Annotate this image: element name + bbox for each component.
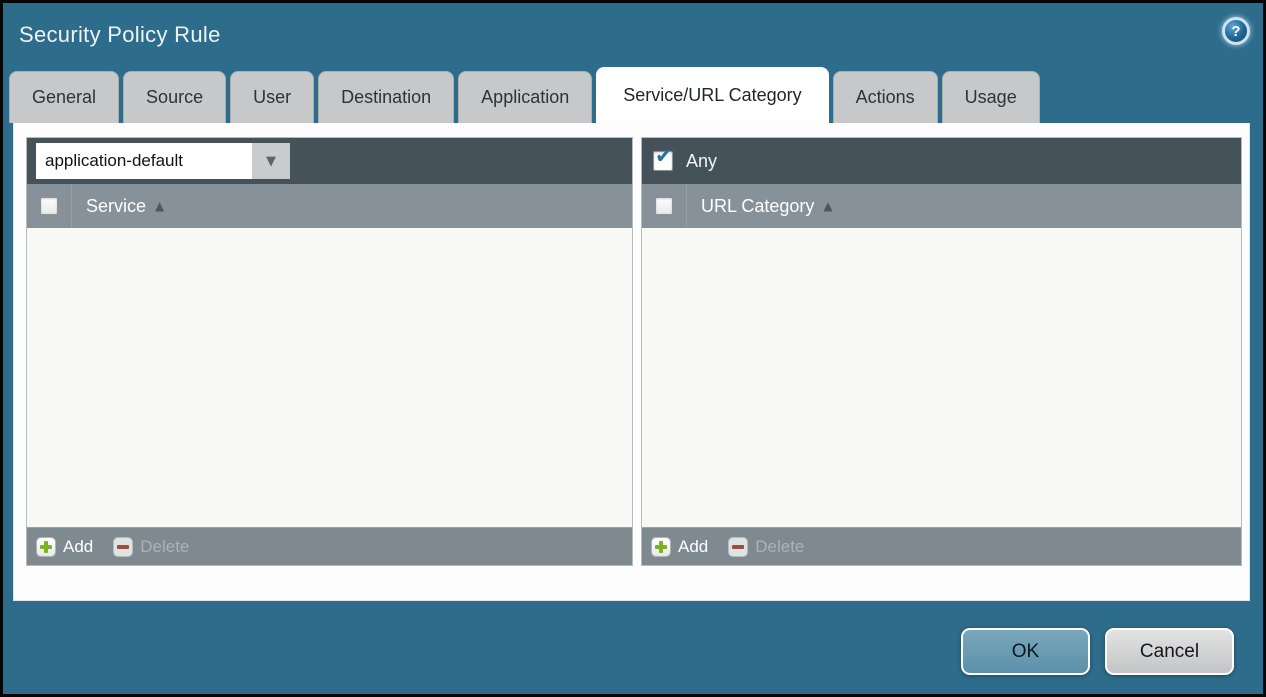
tab-user[interactable]: User [230,71,314,123]
service-type-dropdown[interactable]: ▼ [36,143,290,179]
service-column-label[interactable]: Service [86,196,146,217]
service-footer-bar: Add Delete [27,527,632,565]
tab-actions[interactable]: Actions [833,71,938,123]
tab-service-url-category[interactable]: Service/URL Category [596,67,828,123]
service-toolbar: ▼ [27,138,632,184]
minus-icon [728,537,748,557]
dialog-title: Security Policy Rule [19,22,221,48]
service-panel: ▼ Service ▲ Add Delete [26,137,633,566]
url-category-table-header: URL Category ▲ [642,184,1241,228]
url-category-add-button[interactable]: Add [651,537,708,557]
url-category-add-label: Add [678,537,708,557]
sort-asc-icon[interactable]: ▲ [823,200,832,212]
plus-icon [36,537,56,557]
url-category-panel: ✔ Any URL Category ▲ Add Delete [641,137,1242,566]
url-category-select-all-cell [642,184,687,228]
url-category-column-label[interactable]: URL Category [701,196,814,217]
any-label[interactable]: Any [686,151,717,172]
dialog-titlebar: Security Policy Rule ? [3,3,1263,67]
tab-content-area: ▼ Service ▲ Add Delete [13,123,1250,601]
check-icon: ✔ [655,146,673,167]
service-delete-label: Delete [140,537,189,557]
service-delete-button[interactable]: Delete [113,537,189,557]
url-category-delete-label: Delete [755,537,804,557]
security-policy-rule-dialog: Security Policy Rule ? General Source Us… [0,0,1266,697]
ok-button[interactable]: OK [961,628,1090,675]
service-add-label: Add [63,537,93,557]
service-table-header: Service ▲ [27,184,632,228]
tab-source[interactable]: Source [123,71,226,123]
tab-application[interactable]: Application [458,71,592,123]
tab-usage[interactable]: Usage [942,71,1040,123]
service-select-all-cell [27,184,72,228]
plus-icon [651,537,671,557]
minus-icon [113,537,133,557]
question-mark-glyph: ? [1231,24,1240,39]
cancel-button[interactable]: Cancel [1105,628,1234,675]
help-icon[interactable]: ? [1222,17,1250,45]
chevron-down-icon: ▼ [266,155,276,168]
tab-general[interactable]: General [9,71,119,123]
tab-destination[interactable]: Destination [318,71,454,123]
tab-bar: General Source User Destination Applicat… [9,67,1263,123]
service-type-dropdown-button[interactable]: ▼ [252,143,290,179]
service-list-empty-area[interactable] [27,228,632,527]
sort-asc-icon[interactable]: ▲ [155,200,164,212]
url-category-delete-button[interactable]: Delete [728,537,804,557]
service-add-button[interactable]: Add [36,537,93,557]
service-type-input[interactable] [36,143,252,179]
any-checkbox[interactable]: ✔ [653,151,673,171]
url-category-list-empty-area[interactable] [642,228,1241,527]
url-category-toolbar: ✔ Any [642,138,1241,184]
url-category-footer-bar: Add Delete [642,527,1241,565]
url-category-select-all-checkbox[interactable] [655,197,673,215]
service-select-all-checkbox[interactable] [40,197,58,215]
dialog-button-row: OK Cancel [961,628,1234,675]
